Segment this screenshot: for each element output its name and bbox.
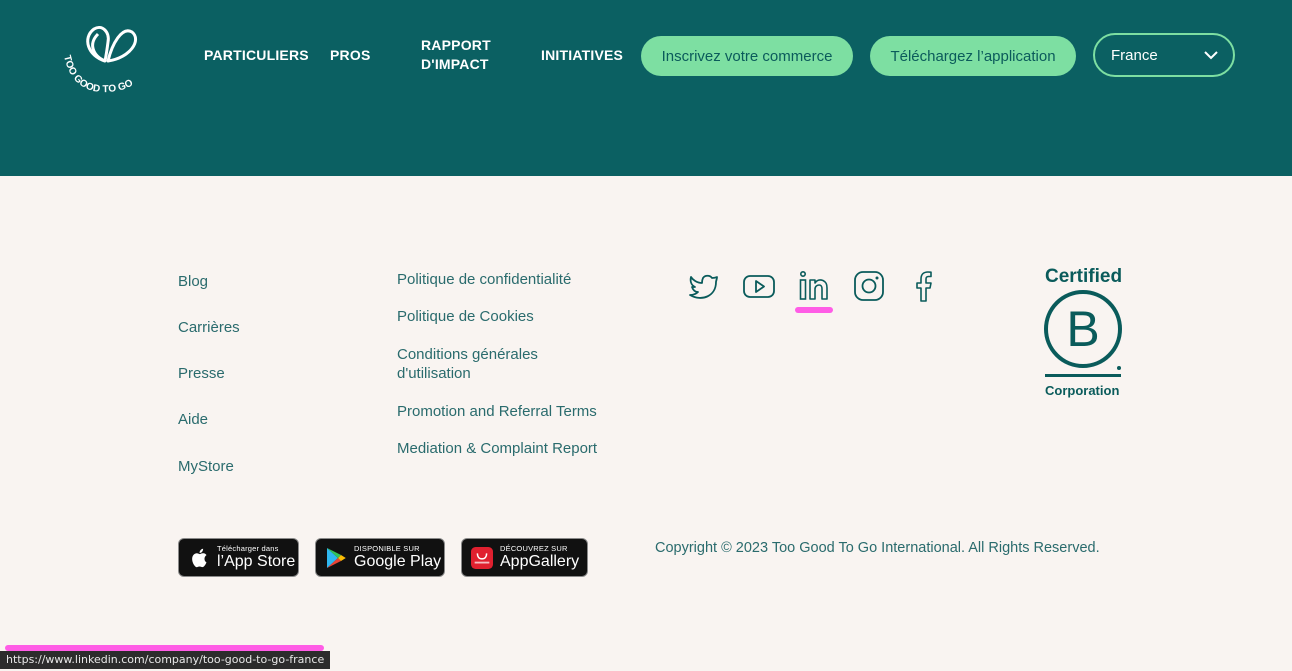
footer-link-help[interactable]: Aide [178,410,208,429]
footer-link-privacy[interactable]: Politique de confidentialité [397,270,617,289]
nav-rapport-line2: D'IMPACT [421,56,489,72]
bcorp-logo-icon: B [1044,290,1122,377]
appgallery-small-text: DÉCOUVREZ SUR [500,544,568,554]
nav-particuliers[interactable]: PARTICULIERS [204,46,309,65]
footer-link-press[interactable]: Presse [178,364,225,383]
google-play-icon [325,546,347,570]
svg-text:TOO GOOD TO GO: TOO GOOD TO GO [61,54,135,95]
googleplay-big-text: Google Play [354,552,442,570]
footer-link-mediation[interactable]: Mediation & Complaint Report [397,439,617,458]
bcorp-certified-label: Certified [1045,266,1123,287]
appstore-small-text: Télécharger dans [217,544,279,554]
apple-icon [188,546,210,570]
bcorp-letter: B [1066,301,1099,357]
nav-rapport-line1: RAPPORT [421,37,491,53]
app-store-badge[interactable]: Télécharger dans l’App Store [178,538,299,577]
copyright-text: Copyright © 2023 Too Good To Go Internat… [655,540,1100,556]
appstore-big-text: l’App Store [217,552,296,570]
b-corp-badge: Certified B Corporation [1043,266,1125,400]
footer-link-mystore[interactable]: MyStore [178,457,234,476]
bcorp-corporation-label: Corporation [1045,383,1120,398]
nav-initiatives[interactable]: INITIATIVES [541,46,623,65]
register-business-button[interactable]: Inscrivez votre commerce [641,36,853,76]
country-select[interactable]: France [1093,33,1235,77]
logo-text: TOO GOOD TO GO [61,54,135,95]
too-good-to-go-logo[interactable]: TOO GOOD TO GO [58,16,158,96]
app-gallery-badge[interactable]: DÉCOUVREZ SUR AppGallery [461,538,588,577]
footer-link-cookies[interactable]: Politique de Cookies [397,307,617,326]
linkedin-highlight-underline [795,307,833,313]
download-app-button[interactable]: Téléchargez l’application [870,36,1076,76]
country-selected-value: France [1111,46,1158,64]
linkedin-icon[interactable] [796,268,832,304]
footer-link-promotion-terms[interactable]: Promotion and Referral Terms [397,402,617,421]
googleplay-small-text: DISPONIBLE SUR [354,544,420,554]
facebook-icon[interactable] [906,268,942,304]
appgallery-big-text: AppGallery [500,552,580,570]
instagram-icon[interactable] [851,268,887,304]
twitter-icon[interactable] [686,268,722,304]
footer-link-careers[interactable]: Carrières [178,318,240,337]
nav-pros[interactable]: PROS [330,46,370,65]
footer-link-blog[interactable]: Blog [178,272,208,291]
huawei-appgallery-icon [471,546,493,570]
site-header: TOO GOOD TO GO PARTICULIERS PROS RAPPORT… [0,0,1292,176]
youtube-icon[interactable] [741,268,777,304]
nav-rapport-impact[interactable]: RAPPORT D'IMPACT [421,36,491,74]
status-bar-url: https://www.linkedin.com/company/too-goo… [0,651,331,669]
chevron-down-icon [1203,48,1219,62]
google-play-badge[interactable]: DISPONIBLE SUR Google Play [315,538,445,577]
footer-link-terms[interactable]: Conditions générales d'utilisation [397,345,557,383]
